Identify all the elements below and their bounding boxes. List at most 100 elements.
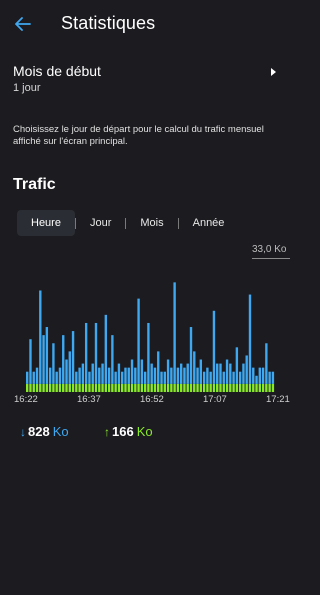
upload-total: ↑ 166 Ko — [104, 424, 153, 439]
download-bar — [62, 335, 65, 384]
upload-bar — [147, 383, 150, 392]
upload-bar — [160, 383, 163, 392]
upload-bar — [75, 383, 78, 392]
download-bar — [88, 371, 91, 384]
download-bar — [140, 359, 144, 384]
chevron-right-icon — [271, 68, 276, 76]
download-bar — [186, 363, 189, 384]
upload-bar — [140, 383, 144, 392]
download-bar — [176, 367, 180, 384]
download-bar — [245, 355, 248, 384]
upload-bar — [134, 383, 137, 392]
upload-unit: Ko — [136, 424, 153, 439]
download-bar — [84, 322, 88, 384]
download-bar — [52, 343, 55, 384]
upload-bar — [183, 383, 186, 392]
download-bar — [78, 367, 81, 384]
download-bar — [258, 367, 261, 384]
download-bar — [98, 367, 101, 384]
tab-year[interactable]: Année — [179, 210, 239, 236]
start-month-label: Mois de début — [13, 63, 101, 79]
upload-bar — [137, 383, 140, 392]
upload-bar — [176, 383, 180, 392]
download-bar — [202, 371, 206, 384]
download-bar — [216, 363, 219, 384]
x-tick-label: 17:21 — [266, 394, 290, 405]
upload-bar — [107, 383, 111, 392]
upload-bar — [39, 383, 42, 392]
tab-hour[interactable]: Heure — [17, 210, 75, 236]
upload-bar — [170, 383, 173, 392]
upload-bar — [261, 383, 265, 392]
upload-bar — [238, 383, 242, 392]
download-bar — [94, 322, 98, 384]
upload-bar — [199, 383, 203, 392]
upload-bar — [219, 383, 222, 392]
traffic-section-title: Trafic — [13, 176, 56, 193]
download-total: ↓ 828 Ko — [20, 424, 69, 439]
download-bar — [65, 359, 68, 384]
upload-bar — [153, 383, 157, 392]
upload-bar — [193, 383, 196, 392]
download-bar — [160, 371, 163, 384]
download-bar — [238, 371, 242, 384]
x-tick-label: 16:52 — [140, 394, 164, 405]
download-bar — [212, 310, 216, 384]
download-bar — [248, 294, 252, 384]
download-bar — [232, 371, 235, 384]
upload-value: 166 — [112, 424, 134, 439]
upload-bar — [29, 383, 32, 392]
download-bar — [91, 363, 94, 384]
tab-day[interactable]: Jour — [76, 210, 125, 236]
upload-bar — [248, 383, 252, 392]
download-bar — [225, 359, 229, 384]
download-bar — [261, 367, 265, 384]
download-bar — [124, 367, 127, 384]
upload-bar — [232, 383, 235, 392]
download-bar — [179, 363, 183, 384]
upload-bar — [58, 383, 62, 392]
download-bar — [255, 375, 258, 384]
upload-bar — [88, 383, 91, 392]
upload-bar — [163, 383, 166, 392]
period-tabs: Heure Jour Mois Année — [17, 210, 238, 236]
download-bar — [32, 371, 35, 384]
upload-bar — [216, 383, 219, 392]
upload-bar — [265, 383, 268, 392]
upload-bar — [166, 383, 170, 392]
download-bar — [166, 359, 170, 384]
arrow-up-icon: ↑ — [104, 424, 110, 439]
upload-bar — [212, 383, 216, 392]
download-bar — [196, 367, 199, 384]
upload-bar — [271, 383, 275, 392]
upload-bar — [114, 383, 117, 392]
upload-bar — [225, 383, 229, 392]
download-bar — [68, 351, 71, 384]
tab-month[interactable]: Mois — [126, 210, 177, 236]
upload-bar — [242, 383, 245, 392]
upload-bar — [45, 383, 49, 392]
download-bar — [45, 327, 49, 384]
upload-bar — [71, 383, 75, 392]
upload-bar — [35, 383, 39, 392]
upload-bar — [222, 383, 225, 392]
back-button[interactable] — [10, 12, 36, 36]
upload-bar — [65, 383, 68, 392]
download-bar — [271, 371, 275, 384]
download-bar — [183, 367, 186, 384]
download-bar — [130, 359, 134, 384]
start-month-setting[interactable]: Mois de début 1 jour — [0, 56, 305, 100]
upload-bar — [91, 383, 94, 392]
upload-bar — [252, 383, 255, 392]
upload-bar — [68, 383, 71, 392]
download-bar — [104, 314, 108, 384]
x-tick-label: 16:22 — [14, 394, 38, 405]
upload-bar — [179, 383, 183, 392]
upload-bar — [258, 383, 261, 392]
upload-bar — [130, 383, 134, 392]
download-bar — [134, 367, 137, 384]
download-bar — [268, 371, 271, 384]
upload-bar — [196, 383, 199, 392]
download-bar — [265, 343, 268, 384]
upload-bar — [268, 383, 271, 392]
